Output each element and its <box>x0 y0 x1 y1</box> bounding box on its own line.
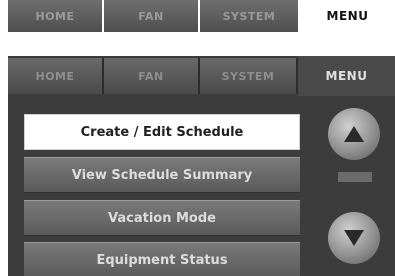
top-tab-bar: HOME FAN SYSTEM MENU <box>8 0 395 32</box>
scroll-up-button[interactable] <box>328 108 380 160</box>
tab-menu[interactable]: MENU <box>298 56 395 96</box>
up-arrow-icon <box>343 125 365 143</box>
down-arrow-icon <box>343 229 365 247</box>
equipment-status-button[interactable]: Equipment Status <box>24 242 300 276</box>
scroll-down-button[interactable] <box>328 212 380 264</box>
thermostat-screen: HOME FAN SYSTEM MENU Create / Edit Sched… <box>8 56 395 276</box>
tab-fan[interactable]: FAN <box>104 58 200 94</box>
tab-system[interactable]: SYSTEM <box>200 58 298 94</box>
create-edit-schedule-button[interactable]: Create / Edit Schedule <box>24 114 300 150</box>
top-tab-menu[interactable]: MENU <box>300 0 395 32</box>
top-tab-home[interactable]: HOME <box>8 0 104 32</box>
scroll-indicator <box>338 172 372 182</box>
view-schedule-summary-button[interactable]: View Schedule Summary <box>24 157 300 193</box>
vacation-mode-button[interactable]: Vacation Mode <box>24 200 300 236</box>
tab-home[interactable]: HOME <box>8 58 104 94</box>
top-tab-system[interactable]: SYSTEM <box>200 0 300 32</box>
panel-tab-bar: HOME FAN SYSTEM MENU <box>8 56 395 96</box>
top-tab-fan[interactable]: FAN <box>104 0 200 32</box>
